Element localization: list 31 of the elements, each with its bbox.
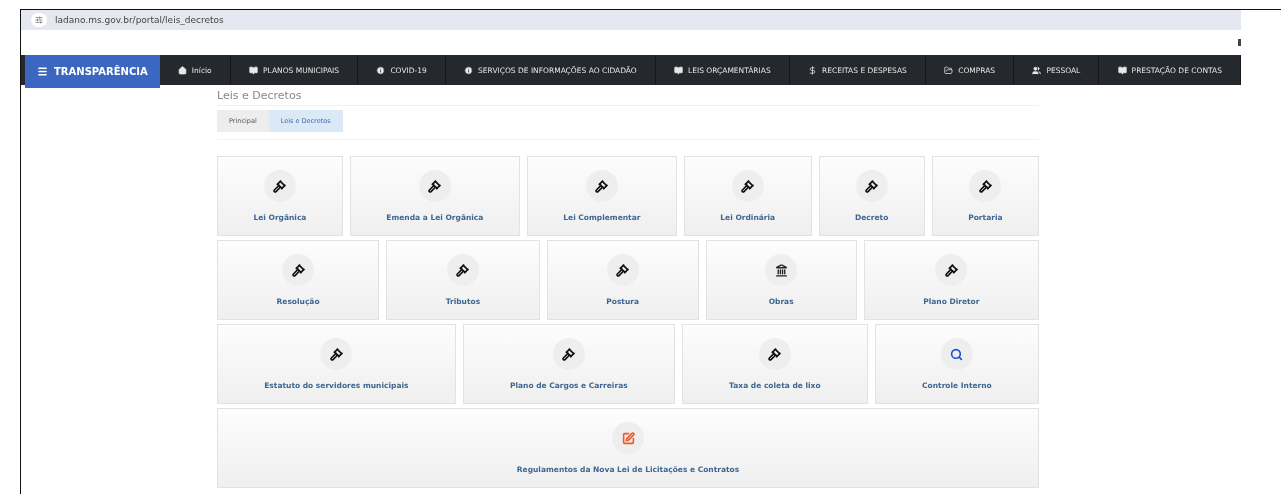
dollar-icon [808, 65, 817, 75]
gavel-icon [428, 179, 442, 193]
info-icon [464, 65, 474, 75]
bank-icon [774, 263, 788, 277]
gavel-icon [741, 179, 755, 193]
gavel-icon [456, 263, 470, 277]
gavel-icon [616, 263, 630, 277]
gavel-icon [944, 263, 958, 277]
folder-icon [944, 65, 954, 75]
gavel-icon [273, 179, 287, 193]
brand-menu-button[interactable]: TRANSPARÊNCIA [25, 55, 160, 88]
search-icon [950, 347, 964, 361]
scroll-mark-icon [1238, 39, 1241, 46]
address-url[interactable]: ladano.ms.gov.br/portal/leis_decretos [55, 15, 224, 25]
book-icon [674, 65, 683, 75]
page-title: Leis e Decretos [217, 85, 1039, 106]
gavel-icon [768, 347, 782, 361]
gavel-icon [865, 179, 879, 193]
gavel-icon [329, 347, 343, 361]
book-icon [249, 65, 258, 75]
home-icon [177, 65, 187, 75]
menu-icon [37, 66, 48, 77]
gavel-icon [562, 347, 576, 361]
users-icon [1032, 65, 1042, 75]
gavel-icon [291, 263, 305, 277]
site-settings-icon[interactable] [31, 13, 47, 27]
gavel-icon [978, 179, 992, 193]
gavel-icon [595, 179, 609, 193]
edit-icon [621, 431, 635, 445]
book-icon [1117, 65, 1127, 75]
info-icon [376, 65, 386, 75]
